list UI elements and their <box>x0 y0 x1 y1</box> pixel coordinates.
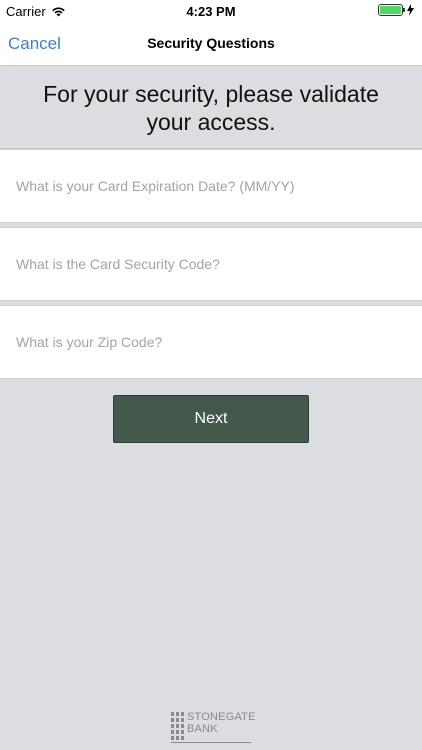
bank-logo-text: STONEGATE BANK <box>187 711 256 735</box>
expiration-date-input[interactable] <box>16 150 406 222</box>
battery-icon <box>378 4 405 16</box>
battery-fill <box>380 6 401 14</box>
status-right <box>378 4 414 16</box>
next-button[interactable]: Next <box>113 395 309 443</box>
bank-logo-mark <box>171 712 185 740</box>
status-time: 4:23 PM <box>186 4 236 19</box>
zip-code-input[interactable] <box>16 306 406 378</box>
expiration-date-field <box>0 149 422 223</box>
nav-title: Security Questions <box>147 35 275 51</box>
security-prompt: For your security, please validate your … <box>0 67 422 149</box>
bank-logo-underline <box>171 742 251 743</box>
zip-code-field <box>0 305 422 379</box>
bank-logo-line2: BANK <box>187 723 218 735</box>
navigation-bar: Cancel Security Questions <box>0 22 422 66</box>
bank-logo-line1: STONEGATE <box>187 711 256 723</box>
security-code-field <box>0 227 422 301</box>
status-bar: Carrier 4:23 PM <box>0 0 422 22</box>
bank-logo: STONEGATE BANK <box>171 711 255 744</box>
security-code-input[interactable] <box>16 228 406 300</box>
charging-bolt-icon <box>407 4 414 16</box>
